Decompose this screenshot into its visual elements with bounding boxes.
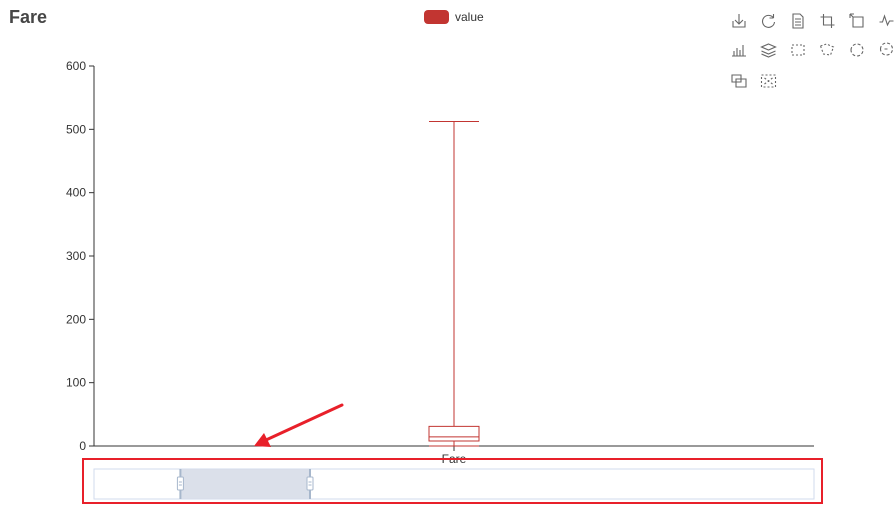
download-icon[interactable] bbox=[730, 12, 748, 30]
icon-hit-area bbox=[819, 12, 837, 30]
boxplot-chart: 0 100 200 300 400 500 600 Fare bbox=[66, 12, 894, 504]
bar-chart-icon[interactable] bbox=[730, 41, 748, 59]
box-iqr bbox=[428, 425, 480, 442]
rect-select-icon[interactable] bbox=[789, 41, 807, 59]
clear-select-icon[interactable] bbox=[878, 41, 894, 59]
y-tick-label: 300 bbox=[66, 249, 86, 263]
keep-select-icon[interactable] bbox=[848, 41, 866, 59]
zoom-icon[interactable] bbox=[819, 12, 837, 30]
y-tick-label: 400 bbox=[66, 186, 86, 200]
refresh-icon[interactable] bbox=[760, 12, 778, 30]
polygon-select-icon[interactable] bbox=[819, 41, 837, 59]
annotation-arrow bbox=[254, 403, 344, 447]
clear-icon[interactable] bbox=[760, 72, 778, 90]
stack-icon[interactable] bbox=[760, 41, 778, 59]
icon-hit-area bbox=[789, 12, 807, 30]
line-chart-icon[interactable] bbox=[878, 12, 894, 30]
y-tick-label: 500 bbox=[66, 122, 86, 136]
icon-hit-area bbox=[878, 41, 894, 59]
slider-handle-grip bbox=[306, 476, 314, 491]
y-tick-label: 600 bbox=[66, 59, 86, 73]
dataset-icon[interactable] bbox=[730, 72, 748, 90]
y-tick-label: 200 bbox=[66, 312, 86, 326]
zoom-reset-icon[interactable] bbox=[848, 12, 866, 30]
toolbox bbox=[730, 12, 894, 90]
y-axis: 0 100 200 300 400 500 600 bbox=[66, 59, 95, 453]
y-tick-label: 0 bbox=[79, 439, 86, 453]
x-axis: Fare bbox=[94, 445, 814, 466]
data-zoom-slider[interactable] bbox=[93, 468, 815, 500]
data-view-icon[interactable] bbox=[789, 12, 807, 30]
box-series bbox=[428, 121, 480, 447]
slider-window[interactable] bbox=[180, 469, 310, 499]
icon-hit-area bbox=[819, 41, 837, 59]
y-tick-label: 100 bbox=[66, 376, 86, 390]
slider-handle-grip bbox=[176, 476, 184, 491]
